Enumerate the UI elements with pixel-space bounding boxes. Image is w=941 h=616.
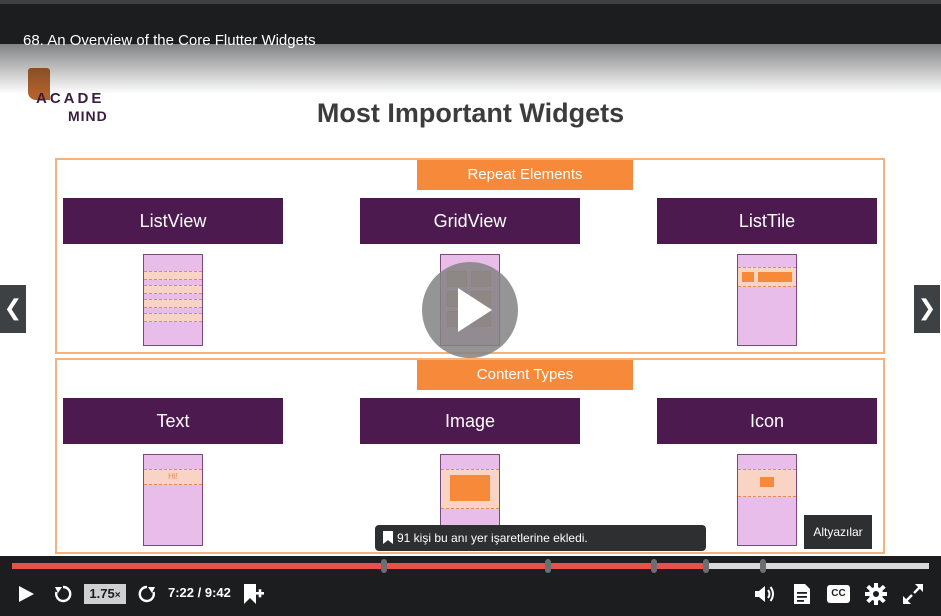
add-bookmark-icon[interactable]	[241, 582, 265, 606]
widget-image: Image	[360, 398, 580, 444]
slide-title: Most Important Widgets	[316, 98, 625, 128]
video-player: ACADE MIND Most Important Widgets Repeat…	[0, 0, 941, 616]
progress-fill	[12, 563, 708, 569]
playback-speed-button[interactable]: 1.75×	[84, 584, 126, 604]
title-shade	[0, 44, 941, 94]
play-icon	[458, 288, 492, 332]
widget-text: Text	[63, 398, 283, 444]
speed-value: 1.75	[89, 586, 115, 601]
chevron-left-icon: ❮	[3, 295, 23, 320]
bookmark-tooltip-text: 91 kişi bu anı yer işaretlerine ekledi.	[397, 531, 588, 545]
speed-suffix: ×	[114, 590, 121, 601]
text-sample: Hi!	[144, 469, 202, 485]
icon-illustration	[737, 454, 797, 546]
time-display: 7:22 / 9:42	[168, 585, 231, 600]
fullscreen-icon[interactable]	[902, 583, 924, 605]
listtile-illustration	[737, 254, 797, 346]
widget-listview: ListView	[63, 198, 283, 244]
widget-icon: Icon	[657, 398, 877, 444]
previous-lecture-button[interactable]: ❮	[0, 285, 26, 333]
widget-listtile: ListTile	[657, 198, 877, 244]
control-bar: 1.75× 7:22 / 9:42 CC	[0, 574, 941, 616]
subtitles-tooltip: Altyazılar	[804, 515, 872, 549]
play-icon[interactable]	[16, 584, 36, 604]
next-lecture-button[interactable]: ❯	[914, 285, 940, 333]
cc-icon[interactable]: CC	[827, 585, 850, 603]
bookmark-tooltip: 91 kişi bu anı yer işaretlerine ekledi.	[375, 525, 706, 551]
bookmark-marker[interactable]	[703, 559, 710, 573]
bookmark-marker[interactable]	[650, 559, 657, 573]
top-bar	[0, 0, 941, 4]
rewind-icon[interactable]	[53, 584, 73, 604]
big-play-button[interactable]	[422, 262, 518, 358]
video-title: 68. An Overview of the Core Flutter Widg…	[23, 32, 316, 49]
section-label: Repeat Elements	[417, 160, 633, 190]
section-label: Content Types	[417, 360, 633, 390]
progress-bar[interactable]	[12, 559, 929, 573]
text-illustration: Hi!	[143, 454, 203, 546]
bookmark-marker[interactable]	[381, 559, 388, 573]
bookmark-icon	[383, 531, 393, 544]
bookmark-marker[interactable]	[544, 559, 551, 573]
forward-icon[interactable]	[137, 584, 157, 604]
settings-icon[interactable]	[865, 583, 887, 605]
chevron-right-icon: ❯	[917, 295, 937, 320]
widget-gridview: GridView	[360, 198, 580, 244]
volume-icon[interactable]	[754, 584, 776, 604]
bookmark-marker[interactable]	[760, 559, 767, 573]
listview-illustration	[143, 254, 203, 346]
transcript-icon[interactable]	[793, 583, 811, 605]
